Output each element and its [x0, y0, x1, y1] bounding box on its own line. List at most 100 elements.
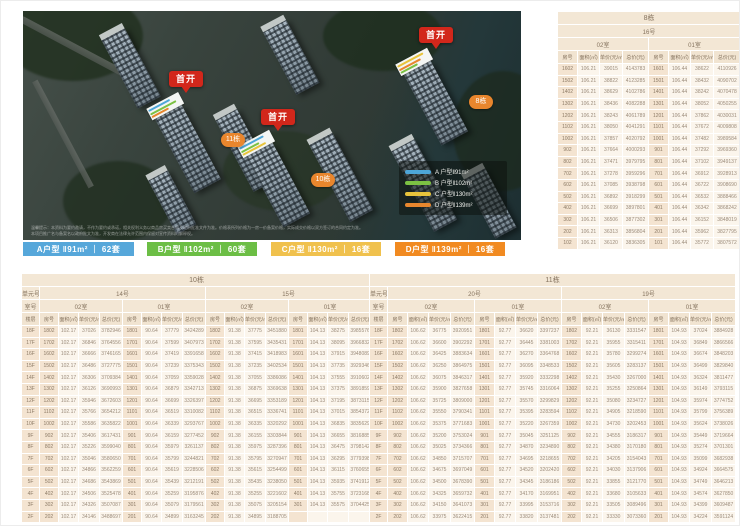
- cell: 3186317: [625, 430, 649, 442]
- first-release-pin-10[interactable]: 首开: [261, 109, 295, 125]
- first-release-pin-11[interactable]: 首开: [169, 71, 203, 87]
- cell: 37664: [600, 145, 623, 157]
- cell: 92.77: [495, 465, 516, 477]
- cell: 34695: [516, 453, 538, 465]
- col-room: 房号: [558, 51, 578, 64]
- cell: 104.93: [669, 488, 690, 500]
- cell: 3771683: [451, 418, 475, 430]
- col-total-price: 总价(元): [451, 313, 475, 326]
- cell: 35624: [690, 418, 712, 430]
- cell: 1401: [123, 372, 142, 384]
- cell: 1002: [388, 418, 408, 430]
- cell: 36270: [516, 349, 538, 361]
- legend-row-b: B 户型‖102m²: [405, 177, 501, 188]
- cell: 35046: [79, 453, 100, 465]
- col-room: 房号: [475, 313, 495, 326]
- cell: 1102: [562, 407, 582, 419]
- cell: 3746165: [100, 349, 123, 361]
- cell: 92.21: [582, 326, 603, 338]
- legend-chip-c: [405, 192, 431, 196]
- cell: 38275: [328, 326, 349, 338]
- cell: 8F: [370, 441, 388, 453]
- table-row: 6F602106.6234675369704960192.77345203202…: [370, 465, 736, 477]
- cell: 35586: [79, 418, 100, 430]
- cell: 1302: [40, 383, 59, 395]
- cell: 36655: [328, 430, 349, 442]
- cell: 102.17: [59, 337, 79, 349]
- table-row: 302106.21365063877302301106.443615238480…: [558, 214, 740, 226]
- cell: 1202: [388, 395, 408, 407]
- cell: 102.17: [59, 360, 79, 372]
- cell: 302: [206, 499, 225, 511]
- cell: 9F: [370, 430, 388, 442]
- cell: 16F: [22, 349, 40, 361]
- cell: 106.21: [578, 145, 600, 157]
- cell: 1702: [388, 337, 408, 349]
- col-room: 房号: [388, 313, 408, 326]
- table-row: 12F1202102.17359463672603120190.64366993…: [22, 395, 372, 407]
- cell: 92.21: [582, 488, 603, 500]
- col-area: 面积(㎡): [669, 313, 690, 326]
- cell: 35406: [79, 430, 100, 442]
- cell: 92.21: [582, 407, 603, 419]
- cell: 92.77: [495, 372, 516, 384]
- cell: 104.13: [308, 349, 328, 361]
- cell: 34150: [429, 499, 451, 511]
- cell: 106.62: [408, 326, 429, 338]
- legend-label-d: D 户型‖139m²: [435, 200, 473, 209]
- cell: 3829840: [712, 360, 736, 372]
- cell: 102.17: [59, 441, 79, 453]
- table-row: 202106.21363133856804201106.443596238277…: [558, 226, 740, 238]
- cell: 6F: [370, 465, 388, 477]
- cell: 1002: [206, 418, 225, 430]
- cell: 33505: [603, 499, 625, 511]
- cell: 3342713: [183, 383, 206, 395]
- cell: 1501: [475, 360, 495, 372]
- cell: 1101: [649, 121, 669, 133]
- cell: 90.64: [142, 476, 162, 488]
- cell: 902: [388, 430, 408, 442]
- col-area: 面积(㎡): [669, 51, 691, 64]
- cell: 92.21: [582, 383, 603, 395]
- cell: 90.64: [142, 418, 162, 430]
- cell: 106.21: [578, 179, 600, 191]
- cell: 901: [123, 430, 142, 442]
- cell: 3659732: [451, 488, 475, 500]
- cell: 18F: [370, 326, 388, 338]
- col-unit-price: 单价(元/㎡): [245, 313, 266, 326]
- cell: 90.64: [142, 511, 162, 523]
- first-release-pin-8[interactable]: 首开: [419, 27, 453, 43]
- cell: 36532: [691, 191, 714, 203]
- cell: 501: [289, 476, 308, 488]
- cell: 35725: [429, 395, 451, 407]
- cell: 92.77: [495, 453, 516, 465]
- table-row: 11F1102102.17357663654212110190.64365193…: [22, 407, 372, 419]
- cell: 106.21: [578, 133, 600, 145]
- cell: 90.64: [142, 499, 162, 511]
- cell: 3848019: [714, 214, 740, 226]
- cell: 3697049: [451, 465, 475, 477]
- cell: 106.62: [408, 465, 429, 477]
- cell: 92.77: [495, 383, 516, 395]
- cell: 1302: [562, 383, 582, 395]
- cell: 35766: [79, 407, 100, 419]
- cell: 37239: [162, 360, 183, 372]
- cell: 102.17: [59, 499, 79, 511]
- cell: 1302: [388, 383, 408, 395]
- room-row-label: 室号: [22, 300, 40, 313]
- cell: 10F: [22, 418, 40, 430]
- col-unit-price: 单价(元/㎡): [691, 51, 714, 64]
- cell: 302: [388, 499, 408, 511]
- cell: 106.44: [669, 98, 691, 110]
- cell: 36152: [691, 214, 714, 226]
- cell: 102.17: [59, 326, 79, 338]
- cell: 14F: [22, 372, 40, 384]
- cell: 1601: [649, 64, 669, 76]
- cell: 1602: [558, 64, 578, 76]
- cell: 1201: [123, 395, 142, 407]
- cell: 902: [558, 145, 578, 157]
- cell: 12F: [22, 395, 40, 407]
- cell: 106.62: [408, 441, 429, 453]
- cell: 106.44: [669, 133, 691, 145]
- cell: 37085: [600, 179, 623, 191]
